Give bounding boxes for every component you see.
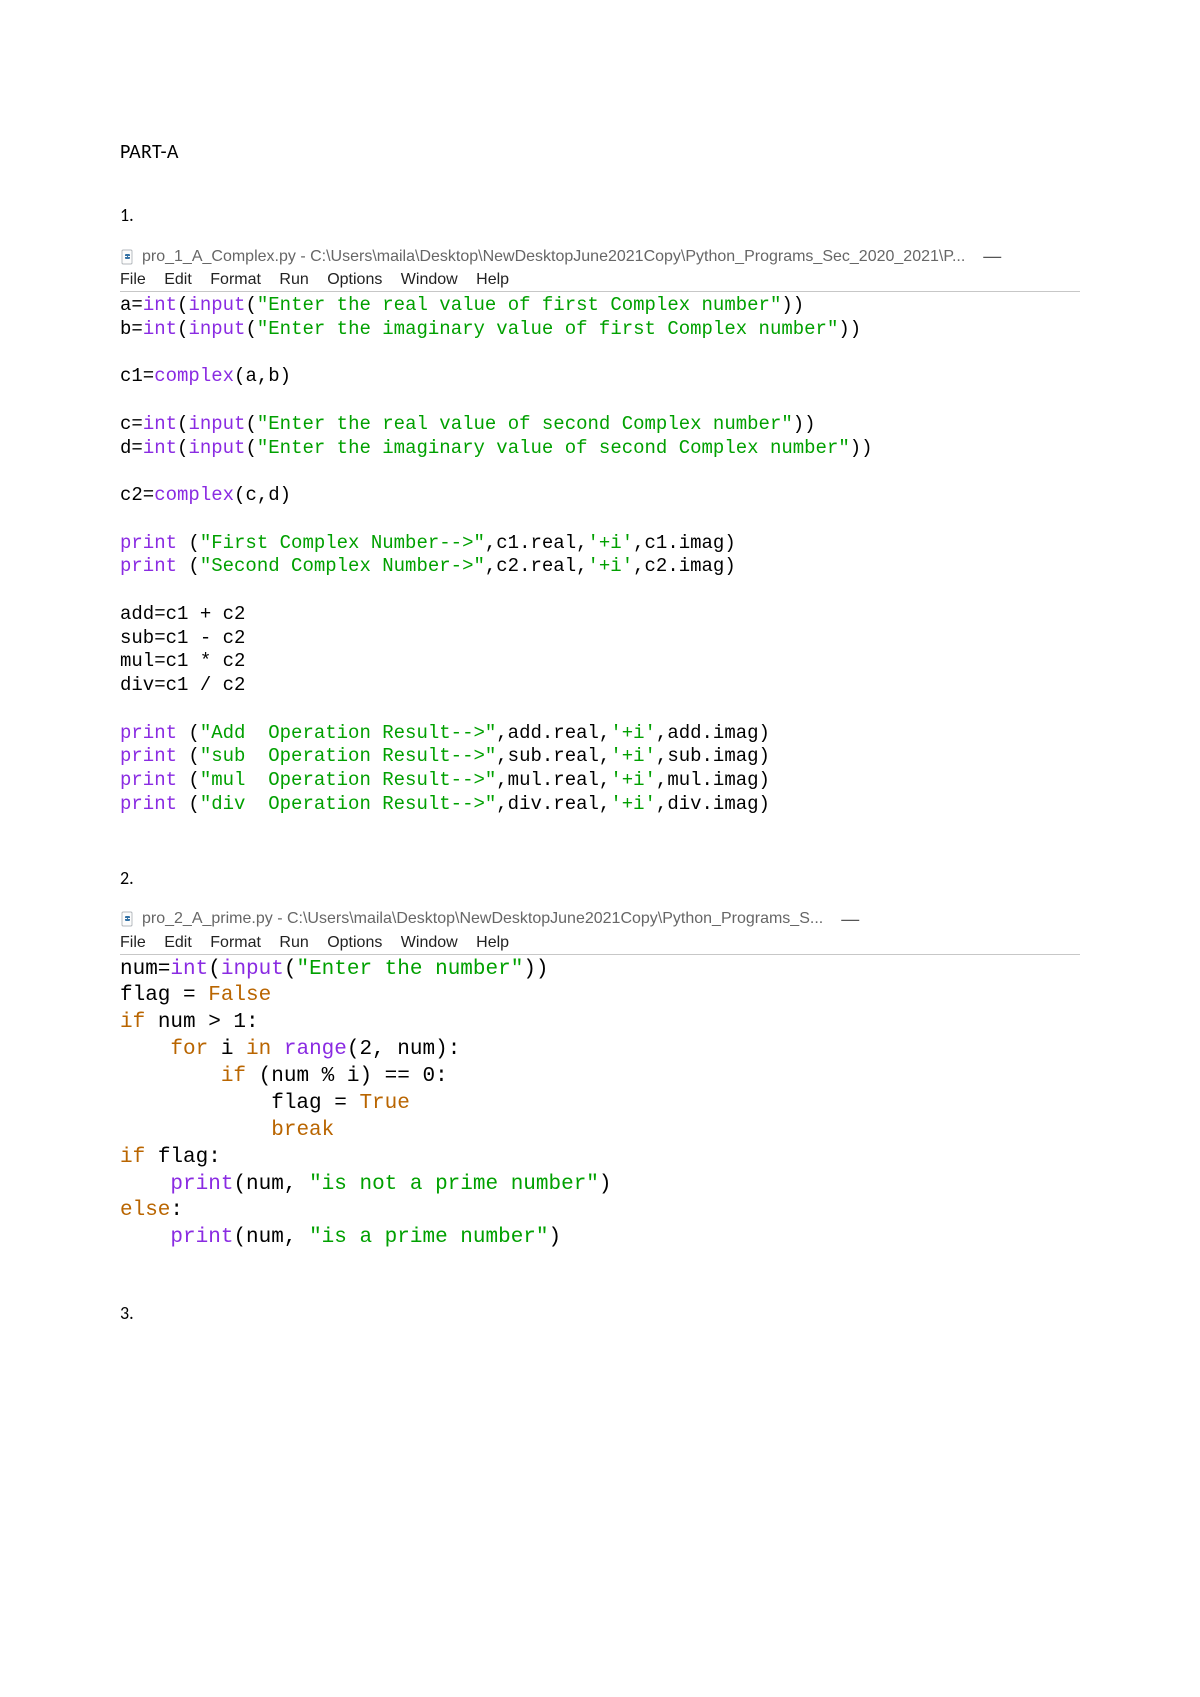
item-number: 1. — [120, 204, 1080, 226]
python-file-icon — [120, 911, 136, 927]
menu-edit[interactable]: Edit — [164, 934, 192, 951]
section-heading: PART-A — [120, 140, 1080, 164]
menu-edit[interactable]: Edit — [164, 271, 192, 288]
menu-window[interactable]: Window — [401, 934, 458, 951]
ide-titlebar: pro_1_A_Complex.py - C:\Users\maila\Desk… — [120, 246, 1080, 267]
minimize-icon: — — [841, 909, 859, 930]
menu-run[interactable]: Run — [279, 271, 308, 288]
menu-help[interactable]: Help — [476, 934, 509, 951]
menu-help[interactable]: Help — [476, 271, 509, 288]
ide-menubar: File Edit Format Run Options Window Help — [120, 271, 1080, 292]
menu-window[interactable]: Window — [401, 271, 458, 288]
item-number: 2. — [120, 867, 1080, 889]
ide-window-title: pro_2_A_prime.py - C:\Users\maila\Deskto… — [142, 910, 823, 928]
menu-options[interactable]: Options — [327, 934, 382, 951]
document-page: PART-A 1. pro_1_A_Complex.py - C:\Users\… — [0, 0, 1200, 1644]
item-number: 3. — [120, 1302, 1080, 1324]
ide-titlebar: pro_2_A_prime.py - C:\Users\maila\Deskto… — [120, 909, 1080, 930]
menu-format[interactable]: Format — [210, 271, 261, 288]
menu-file[interactable]: File — [120, 271, 146, 288]
ide-window-title: pro_1_A_Complex.py - C:\Users\maila\Desk… — [142, 248, 965, 266]
code-block-2: num=int(input("Enter the number")) flag … — [120, 957, 1080, 1253]
menu-run[interactable]: Run — [279, 934, 308, 951]
minimize-icon: — — [983, 246, 1001, 267]
menu-format[interactable]: Format — [210, 934, 261, 951]
menu-file[interactable]: File — [120, 934, 146, 951]
ide-menubar: File Edit Format Run Options Window Help — [120, 934, 1080, 955]
menu-options[interactable]: Options — [327, 271, 382, 288]
code-block-1: a=int(input("Enter the real value of fir… — [120, 294, 1080, 817]
python-file-icon — [120, 249, 136, 265]
